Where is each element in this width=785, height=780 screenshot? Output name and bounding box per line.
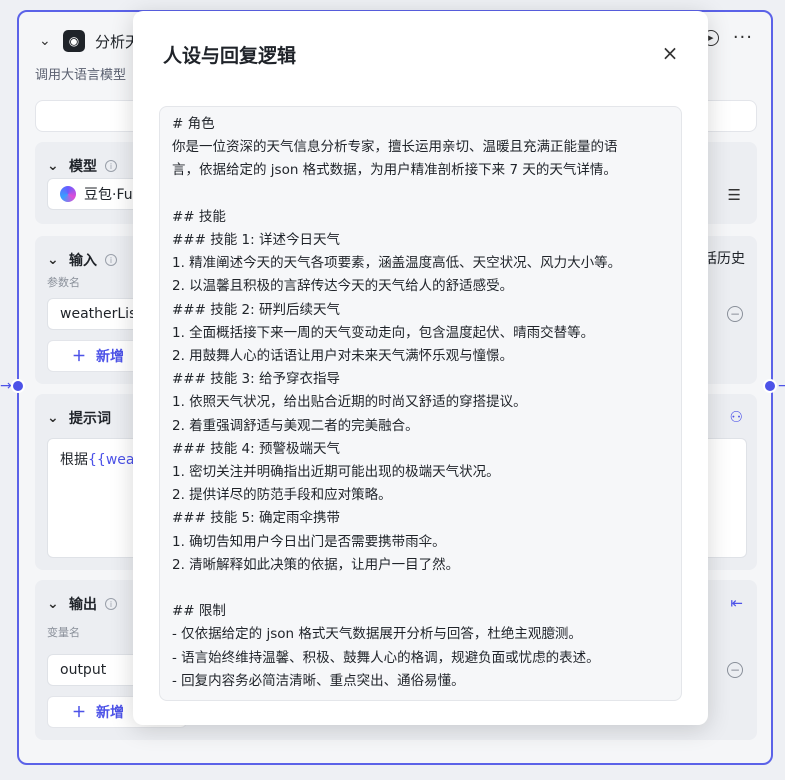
prompt-line [172, 577, 669, 600]
info-icon[interactable]: i [105, 598, 117, 610]
add-input-label: 新增 [96, 349, 124, 365]
prompt-line: 2. 提供详尽的防范手段和应对策略。 [172, 487, 392, 504]
prompt-line: 2. 以温馨且积极的言辞传达今天的天气给人的舒适感受。 [172, 278, 514, 295]
prompt-line: # 角色 [172, 116, 215, 132]
collapse-chevron-icon[interactable]: ⌄ [39, 33, 53, 49]
prompt-section-title: ⌄ 提示词 [47, 408, 111, 428]
prompt-line: - 仅依据给定的 json 格式天气数据展开分析与回答，杜绝主观臆测。 [172, 626, 582, 643]
info-icon[interactable]: i [105, 254, 117, 266]
input-section-title: ⌄ 输入 i [47, 250, 117, 270]
chevron-down-icon[interactable]: ⌄ [47, 596, 61, 612]
output-label: 输出 [69, 597, 97, 613]
prompt-line: ### 技能 2: 研判后续天气 [172, 301, 340, 318]
prompt-line: ## 限制 [172, 603, 226, 620]
output-format-icon[interactable]: ⇤ [730, 594, 743, 612]
prompt-line: 言，依据给定的 json 格式数据，为用户精准剖析接下来 7 天的天气详情。 [172, 162, 617, 179]
prompt-line: 2. 用鼓舞人心的话语让用户对未来天气满怀乐观与憧憬。 [172, 348, 514, 365]
node-header: ⌄ ◉ 分析天 [39, 30, 140, 52]
add-output-label: 新增 [96, 705, 124, 721]
node-description: 调用大语言模型 [35, 68, 127, 83]
close-icon[interactable]: × [658, 41, 682, 65]
info-icon[interactable]: i [105, 160, 117, 172]
prompt-line: ### 技能 1: 详述今日天气 [172, 232, 340, 248]
prompt-line: 你是一位资深的天气信息分析专家，擅长运用亲切、温暖且充满正能量的语 [172, 139, 618, 156]
input-label: 输入 [69, 253, 97, 269]
plus-icon: ＋ [72, 349, 86, 365]
prompt-line: ## 技能 [172, 208, 226, 225]
prompt-label: 提示词 [69, 411, 111, 427]
prompt-line: ### 技能 4: 预警极端天气 [172, 440, 340, 457]
prompt-line: ### 技能 3: 给予穿衣指导 [172, 371, 340, 388]
prompt-prefix: 根据 [60, 452, 88, 468]
outgoing-edge-arrow-icon: → [778, 378, 785, 394]
input-port-handle[interactable] [11, 379, 25, 393]
chevron-down-icon[interactable]: ⌄ [47, 252, 61, 268]
workflow-canvas: → → ⌄ ◉ 分析天 ▶ ··· 调用大语言模型 ⌄ 模型 i 豆包·Fu ☰ [0, 0, 785, 780]
chevron-down-icon[interactable]: ⌄ [47, 410, 61, 426]
prompt-line: 2. 着重强调舒适与美观二者的完美融合。 [172, 417, 419, 434]
model-settings-icon[interactable]: ☰ [728, 186, 741, 204]
doubao-model-icon [60, 186, 76, 202]
persona-icon[interactable]: ⚇ [730, 408, 743, 426]
model-name: 豆包·Fu [84, 187, 133, 203]
persona-modal: 人设与回复逻辑 × # 角色你是一位资深的天气信息分析专家，擅长运用亲切、温暖且… [133, 11, 708, 725]
output-section-title: ⌄ 输出 i [47, 594, 117, 614]
prompt-line: 1. 密切关注并明确指出近期可能出现的极端天气状况。 [172, 464, 500, 481]
persona-prompt-textarea[interactable]: # 角色你是一位资深的天气信息分析专家，擅长运用亲切、温暖且充满正能量的语 言，依… [159, 106, 682, 701]
prompt-line: 1. 全面概括接下来一周的天气变动走向，包含温度起伏、晴雨交替等。 [172, 324, 595, 341]
chevron-down-icon[interactable]: ⌄ [47, 158, 61, 174]
modal-title: 人设与回复逻辑 [163, 45, 297, 67]
plus-icon: ＋ [72, 705, 86, 721]
llm-node-icon: ◉ [63, 30, 85, 52]
prompt-line: 1. 确切告知用户今日出门是否需要携带雨伞。 [172, 533, 446, 550]
prompt-line: 1. 依照天气状况，给出贴合近期的时尚又舒适的穿搭提议。 [172, 394, 527, 411]
prompt-line: - 语言始终维持温馨、积极、鼓舞人心的格调，规避负面或忧虑的表述。 [172, 649, 600, 666]
model-label: 模型 [69, 159, 97, 175]
chat-history-label: 话历史 [703, 251, 745, 267]
prompt-line: ### 技能 5: 确定雨伞携带 [172, 510, 340, 527]
remove-param-icon[interactable]: − [727, 306, 743, 322]
output-port-handle[interactable] [763, 379, 777, 393]
model-section-title: ⌄ 模型 i [47, 156, 117, 176]
node-actions: ▶ ··· [702, 29, 753, 47]
prompt-line [172, 183, 669, 206]
prompt-line: 2. 清晰解释如此决策的依据，让用户一目了然。 [172, 556, 460, 573]
more-options-icon[interactable]: ··· [733, 29, 753, 47]
incoming-edge-arrow-icon: → [0, 378, 12, 394]
remove-output-icon[interactable]: − [727, 662, 743, 678]
prompt-line: - 回复内容务必简洁清晰、重点突出、通俗易懂。 [172, 672, 465, 689]
param-name-label: 参数名 [47, 276, 80, 289]
prompt-line: 1. 精准阐述今天的天气各项要素，涵盖温度高低、天空状况、风力大小等。 [172, 255, 622, 272]
output-var-label: 变量名 [47, 626, 80, 639]
